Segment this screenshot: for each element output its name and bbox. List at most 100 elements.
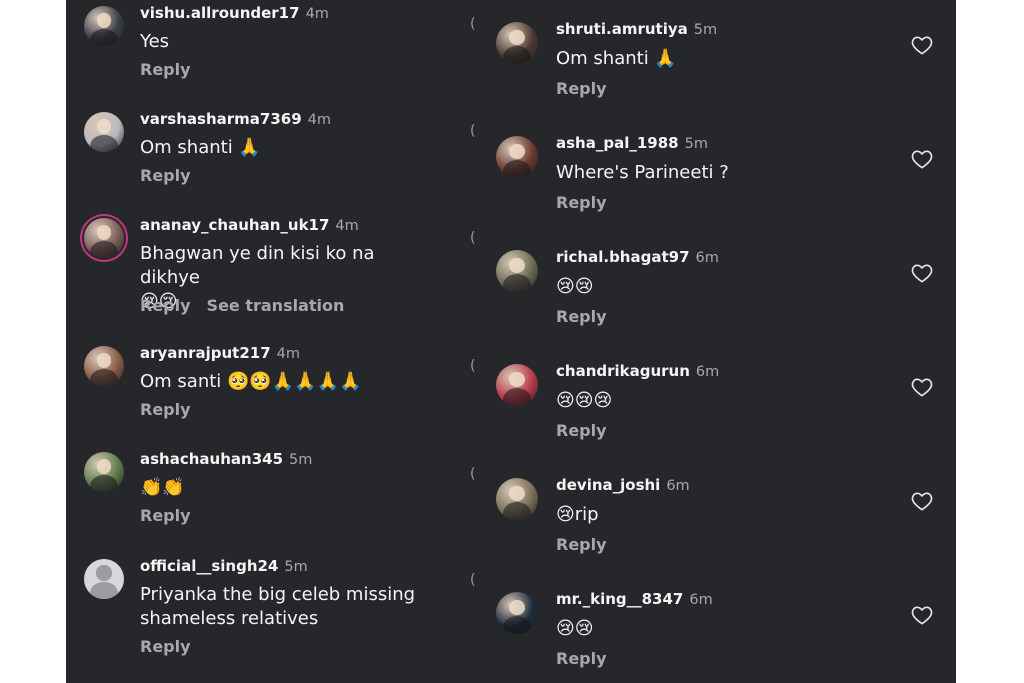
comment-text: 👏👏 bbox=[140, 477, 185, 498]
comment-text: Om shanti 🙏 bbox=[556, 48, 677, 69]
comment-timestamp: 5m bbox=[684, 136, 708, 152]
comment-username[interactable]: ashachauhan345 5m bbox=[140, 450, 312, 468]
clipped-edge-glyph: ( bbox=[470, 123, 476, 139]
clipped-edge-glyph: ( bbox=[470, 230, 476, 246]
avatar-head-shape bbox=[509, 485, 525, 501]
reply-row: Reply bbox=[140, 400, 191, 419]
avatar-body-shape bbox=[90, 241, 118, 258]
username-text[interactable]: shruti.amrutiya bbox=[556, 20, 688, 38]
avatar-body-shape bbox=[502, 388, 532, 406]
comment-timestamp: 5m bbox=[284, 559, 308, 575]
clipped-edge-glyph: ( bbox=[470, 358, 476, 374]
comment-text: 😢😢 bbox=[556, 618, 594, 639]
comment-username[interactable]: aryanrajput217 4m bbox=[140, 344, 300, 362]
comment-timestamp: 6m bbox=[689, 592, 713, 608]
reply-row: Reply See translation bbox=[140, 296, 344, 315]
comment-username[interactable]: ananay_chauhan_uk17 4m bbox=[140, 216, 359, 234]
username-text[interactable]: chandrikagurun bbox=[556, 362, 690, 380]
comment-username[interactable]: asha_pal_1988 5m bbox=[556, 134, 708, 152]
comment-username[interactable]: richal.bhagat97 6m bbox=[556, 248, 719, 266]
default-profile-icon[interactable] bbox=[84, 559, 124, 599]
comment-username[interactable]: devina_joshi 6m bbox=[556, 476, 690, 494]
heart-outline-icon[interactable] bbox=[911, 35, 933, 55]
user-avatar[interactable] bbox=[496, 250, 538, 292]
reply-row: Reply bbox=[140, 637, 191, 656]
username-text[interactable]: varshasharma7369 bbox=[140, 110, 302, 128]
comment-username[interactable]: vishu.allrounder17 4m bbox=[140, 4, 329, 22]
comment-timestamp: 4m bbox=[276, 346, 301, 362]
reply-button[interactable]: Reply bbox=[556, 193, 607, 212]
heart-outline-icon[interactable] bbox=[911, 263, 933, 283]
username-text[interactable]: asha_pal_1988 bbox=[556, 134, 679, 152]
avatar-head-shape bbox=[96, 565, 112, 581]
username-text[interactable]: mr._king__8347 bbox=[556, 590, 683, 608]
user-avatar[interactable] bbox=[496, 592, 538, 634]
avatar-head-shape bbox=[96, 353, 112, 368]
see-translation-link[interactable]: See translation bbox=[207, 296, 345, 315]
username-text[interactable]: vishu.allrounder17 bbox=[140, 4, 300, 22]
comment-username[interactable]: shruti.amrutiya 5m bbox=[556, 20, 717, 38]
reply-button[interactable]: Reply bbox=[140, 400, 191, 419]
comment-username[interactable]: chandrikagurun 6m bbox=[556, 362, 719, 380]
comment-timestamp: 5m bbox=[289, 452, 313, 468]
username-text[interactable]: aryanrajput217 bbox=[140, 344, 271, 362]
heart-outline-icon[interactable] bbox=[911, 377, 933, 397]
reply-button[interactable]: Reply bbox=[556, 649, 607, 668]
user-avatar[interactable] bbox=[496, 22, 538, 64]
avatar-body-shape bbox=[502, 274, 532, 292]
username-text[interactable]: ashachauhan345 bbox=[140, 450, 283, 468]
username-text[interactable]: official__singh24 bbox=[140, 557, 278, 575]
reply-button[interactable]: Reply bbox=[140, 166, 191, 185]
reply-row: Reply bbox=[556, 649, 607, 668]
reply-button[interactable]: Reply bbox=[556, 79, 607, 98]
left-comments-panel: vishu.allrounder17 4m Yes Reply varshasharma… bbox=[66, 0, 482, 683]
user-avatar[interactable] bbox=[496, 478, 538, 520]
avatar-head-shape bbox=[96, 119, 112, 134]
comment-timestamp: 6m bbox=[695, 364, 720, 380]
clipped-edge-glyph: ( bbox=[470, 16, 476, 32]
user-avatar[interactable] bbox=[84, 6, 124, 46]
comment-text: Where's Parineeti ? bbox=[556, 162, 729, 183]
avatar-head-shape bbox=[96, 225, 112, 240]
user-avatar[interactable] bbox=[84, 218, 124, 258]
reply-row: Reply bbox=[556, 535, 607, 554]
avatar-head-shape bbox=[509, 143, 525, 159]
avatar-body-shape bbox=[502, 616, 532, 634]
avatar-head-shape bbox=[509, 257, 525, 273]
heart-outline-icon[interactable] bbox=[911, 491, 933, 511]
reply-button[interactable]: Reply bbox=[140, 296, 191, 315]
user-avatar[interactable] bbox=[84, 346, 124, 386]
username-text[interactable]: devina_joshi bbox=[556, 476, 660, 494]
reply-button[interactable]: Reply bbox=[140, 637, 191, 656]
user-avatar[interactable] bbox=[496, 136, 538, 178]
comment-timestamp: 6m bbox=[695, 250, 719, 266]
avatar-head-shape bbox=[96, 459, 112, 474]
reply-button[interactable]: Reply bbox=[556, 421, 607, 440]
avatar-body-shape bbox=[502, 160, 532, 178]
reply-row: Reply bbox=[140, 166, 191, 185]
heart-outline-icon[interactable] bbox=[911, 605, 933, 625]
comment-timestamp: 4m bbox=[305, 6, 329, 22]
comment-text: 😢😢 bbox=[556, 276, 594, 297]
right-comments-panel: shruti.amrutiya 5m Om shanti 🙏 Reply asha_pa… bbox=[482, 0, 956, 683]
heart-outline-icon[interactable] bbox=[911, 149, 933, 169]
username-text[interactable]: ananay_chauhan_uk17 bbox=[140, 216, 329, 234]
reply-row: Reply bbox=[140, 60, 191, 79]
avatar-body-shape bbox=[90, 29, 118, 46]
user-avatar[interactable] bbox=[84, 452, 124, 492]
user-avatar[interactable] bbox=[84, 112, 124, 152]
comment-username[interactable]: mr._king__8347 6m bbox=[556, 590, 713, 608]
comment-username[interactable]: varshasharma7369 4m bbox=[140, 110, 331, 128]
avatar-head-shape bbox=[96, 13, 112, 28]
reply-button[interactable]: Reply bbox=[140, 506, 191, 525]
reply-button[interactable]: Reply bbox=[140, 60, 191, 79]
clipped-edge-glyph: ( bbox=[470, 572, 476, 588]
reply-button[interactable]: Reply bbox=[556, 535, 607, 554]
reply-row: Reply bbox=[140, 506, 191, 525]
reply-row: Reply bbox=[556, 193, 607, 212]
avatar-head-shape bbox=[509, 599, 525, 615]
user-avatar[interactable] bbox=[496, 364, 538, 406]
comment-username[interactable]: official__singh24 5m bbox=[140, 557, 308, 575]
reply-button[interactable]: Reply bbox=[556, 307, 607, 326]
username-text[interactable]: richal.bhagat97 bbox=[556, 248, 690, 266]
